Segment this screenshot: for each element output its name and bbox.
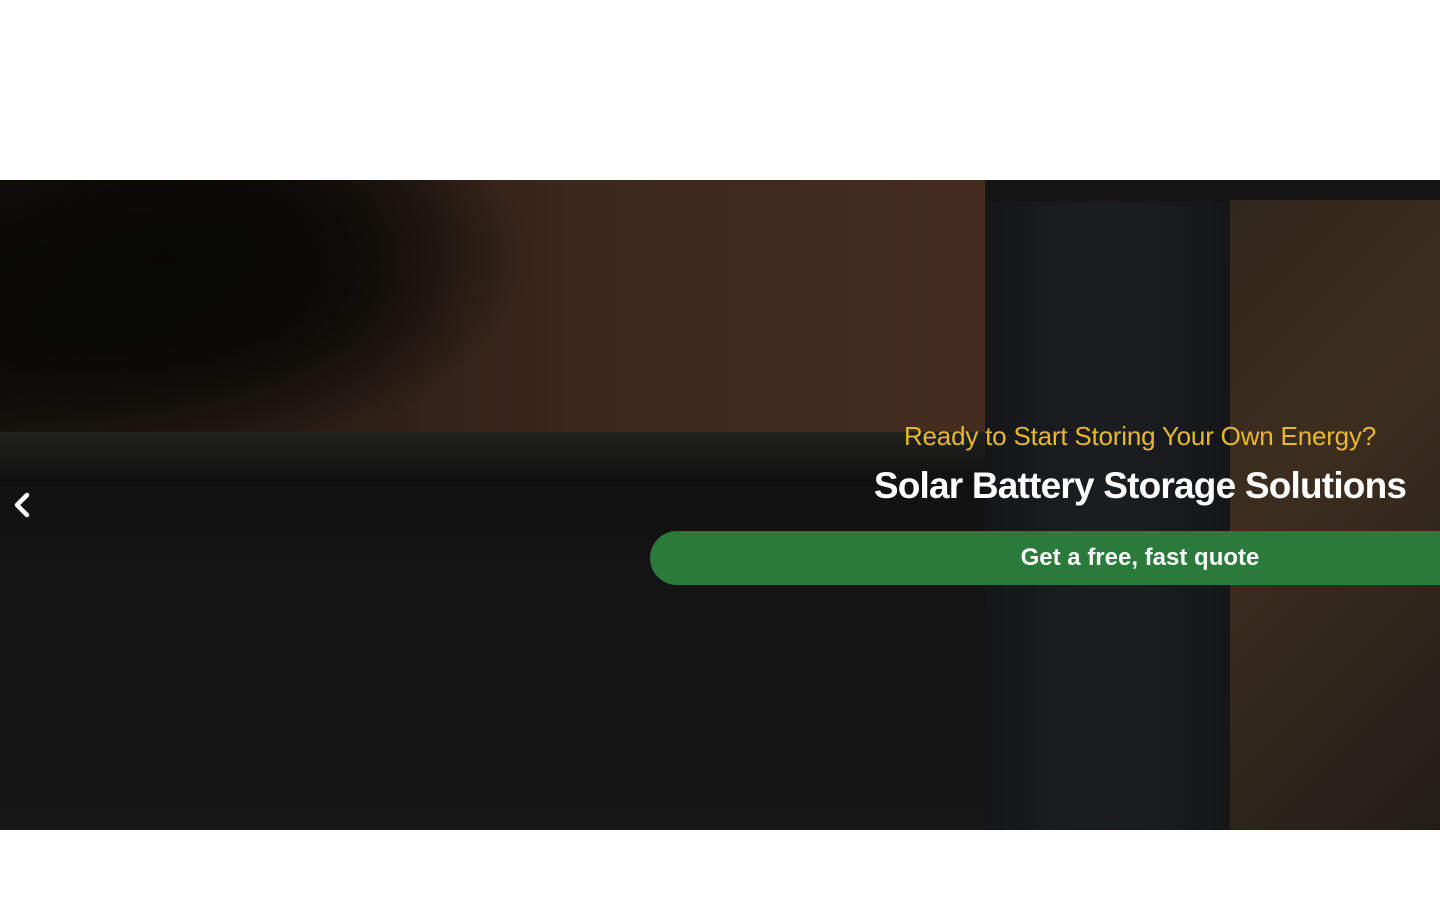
get-quote-label: Get a free, fast quote xyxy=(1020,544,1260,571)
header-area xyxy=(0,0,1440,180)
footer-area xyxy=(0,830,1440,900)
hero-eyebrow: Ready to Start Storing Your Own Energy? xyxy=(903,421,1377,451)
chevron-left-icon[interactable] xyxy=(10,490,34,520)
hero-headline: Solar Battery Storage Solutions xyxy=(873,465,1407,506)
hero-slider: Ready to Start Storing Your Own Energy? … xyxy=(0,180,1440,830)
get-quote-button[interactable]: Get a free, fast quote xyxy=(650,531,1440,585)
page: Ready to Start Storing Your Own Energy? … xyxy=(0,0,1440,900)
